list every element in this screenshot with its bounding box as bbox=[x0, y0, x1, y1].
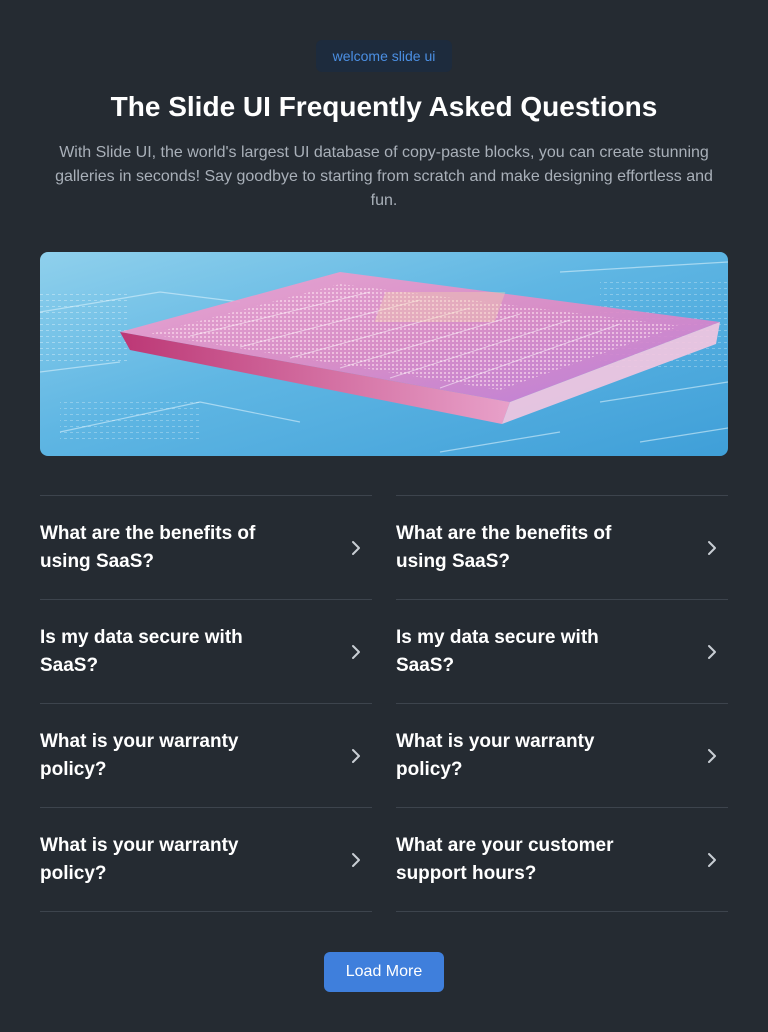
faq-item[interactable]: Is my data secure with SaaS? bbox=[40, 599, 372, 703]
chevron-right-icon bbox=[348, 852, 364, 868]
faq-question: Is my data secure with SaaS? bbox=[40, 626, 243, 676]
faq-question: Is my data secure with SaaS? bbox=[396, 626, 599, 676]
load-more-button[interactable]: Load More bbox=[324, 952, 444, 992]
faq-item[interactable]: What are your customer support hours? bbox=[396, 807, 728, 912]
chevron-right-icon bbox=[348, 748, 364, 764]
faq-question: What are the benefits of using SaaS? bbox=[396, 522, 612, 572]
faq-question: What are your customer support hours? bbox=[396, 834, 614, 884]
faq-item[interactable]: What is your warranty policy? bbox=[40, 807, 372, 912]
faq-question: What is your warranty policy? bbox=[396, 730, 595, 780]
section-badge: welcome slide ui bbox=[316, 40, 452, 72]
faq-question: What is your warranty policy? bbox=[40, 834, 239, 884]
page-subtitle: With Slide UI, the world's largest UI da… bbox=[55, 144, 713, 209]
hero-image bbox=[40, 252, 728, 456]
faq-item[interactable]: What are the benefits of using SaaS? bbox=[396, 495, 728, 599]
chevron-right-icon bbox=[704, 852, 720, 868]
faq-item[interactable]: What is your warranty policy? bbox=[396, 703, 728, 807]
faq-question: What are the benefits of using SaaS? bbox=[40, 522, 256, 572]
chevron-right-icon bbox=[348, 540, 364, 556]
page-title: The Slide UI Frequently Asked Questions bbox=[110, 91, 658, 122]
faq-item[interactable]: What are the benefits of using SaaS? bbox=[40, 495, 372, 599]
faq-column-right: What are the benefits of using SaaS? Is … bbox=[396, 495, 728, 912]
chevron-right-icon bbox=[704, 540, 720, 556]
faq-question: What is your warranty policy? bbox=[40, 730, 239, 780]
faq-item[interactable]: What is your warranty policy? bbox=[40, 703, 372, 807]
chevron-right-icon bbox=[704, 748, 720, 764]
chevron-right-icon bbox=[704, 644, 720, 660]
chevron-right-icon bbox=[348, 644, 364, 660]
faq-column-left: What are the benefits of using SaaS? Is … bbox=[40, 495, 372, 912]
faq-item[interactable]: Is my data secure with SaaS? bbox=[396, 599, 728, 703]
